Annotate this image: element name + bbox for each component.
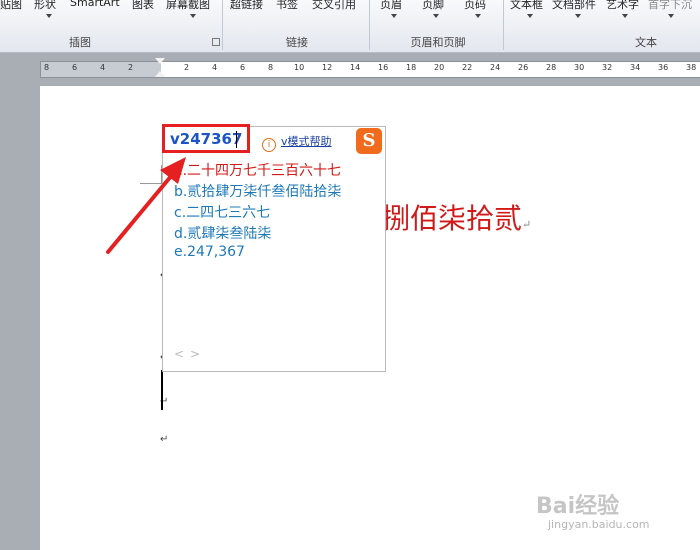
watermark-logo: Bai经验 — [536, 494, 620, 519]
watermark-url: jingyan.baidu.com — [548, 518, 650, 531]
annotation-arrow-icon — [106, 157, 186, 254]
